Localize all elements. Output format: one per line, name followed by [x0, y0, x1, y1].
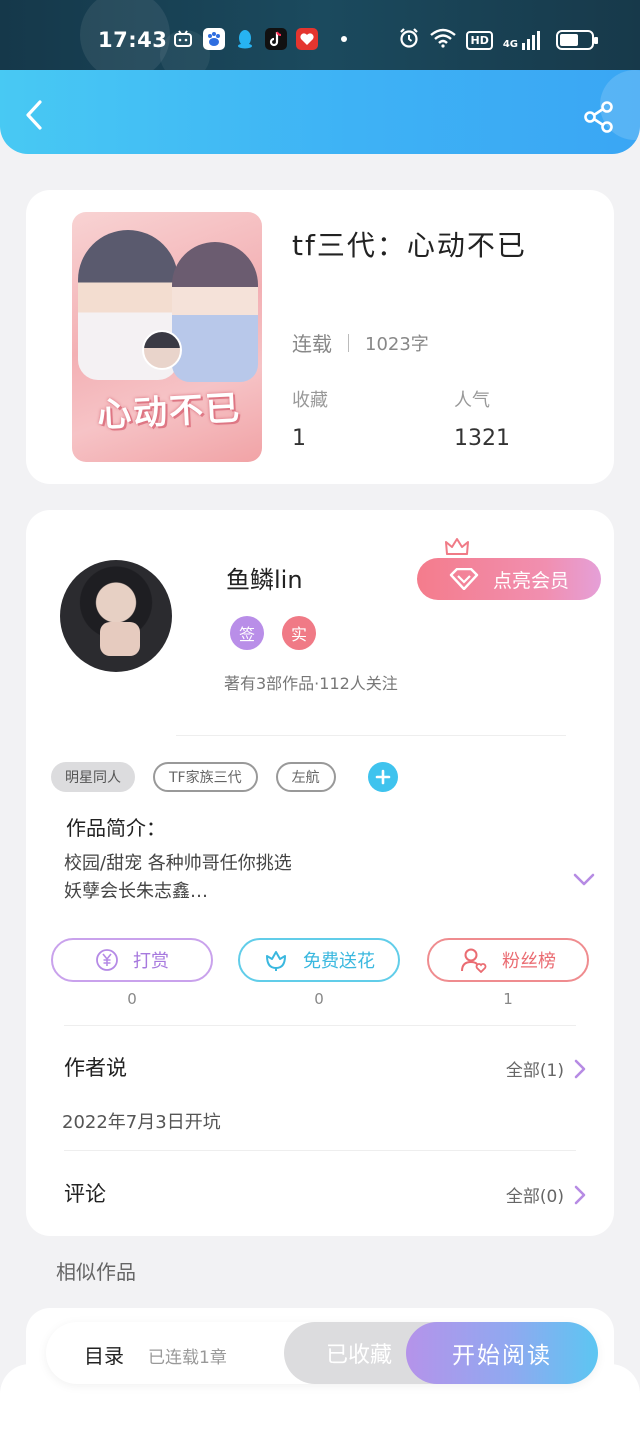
author-name[interactable]: 鱼鳞lin — [226, 560, 303, 595]
flower-icon — [266, 951, 286, 971]
chevron-left-icon — [26, 100, 42, 130]
collected-label: 已收藏 — [325, 1343, 392, 1368]
signal-icon: 4G — [502, 30, 540, 50]
signed-badge: 签 — [230, 616, 264, 650]
status-bar: 17:43 HD 4G — [0, 0, 640, 80]
tip-label: 打赏 — [133, 951, 169, 972]
add-tag-button[interactable] — [367, 762, 398, 792]
more-notifications-dot — [341, 36, 347, 42]
alarm-icon — [398, 27, 420, 53]
fan-ranking-button[interactable]: 粉丝榜 — [427, 938, 589, 982]
author-says-content: 2022年7月3日开坑 — [62, 1112, 221, 1133]
status-time: 17:43 — [98, 28, 168, 52]
tag-item[interactable]: TF家族三代 — [153, 762, 258, 792]
author-avatar[interactable] — [60, 560, 172, 672]
top-header — [0, 70, 640, 154]
signal-bar — [532, 34, 535, 50]
qq-icon — [234, 28, 256, 50]
notification-icons — [172, 28, 347, 50]
divider — [64, 1025, 576, 1026]
divider — [64, 1150, 576, 1151]
share-icon — [584, 101, 613, 133]
table-of-contents-button[interactable]: 目录 — [84, 1340, 124, 1369]
author-stats: 著有3部作品·112人关注 — [224, 674, 398, 693]
start-reading-button[interactable]: 开始阅读 — [406, 1322, 598, 1384]
book-title: tf三代：心动不已 — [292, 229, 527, 262]
avatar-detail — [100, 622, 140, 656]
chevron-down-icon — [573, 873, 595, 886]
cover-title: 心动不已 — [96, 388, 243, 436]
start-reading-label: 开始阅读 — [452, 1343, 552, 1369]
author-says-all-link[interactable]: 全部(1) — [506, 1056, 586, 1081]
signal-bar — [537, 30, 540, 50]
heart-app-icon — [296, 28, 318, 50]
book-info-card: 心动不已 tf三代：心动不已 连载 1023字 收藏 1 人气 1321 — [26, 190, 614, 484]
network-type: 4G — [502, 38, 518, 50]
word-count: 1023字 — [365, 333, 429, 355]
collect-value: 1 — [292, 426, 306, 451]
expand-intro-button[interactable] — [572, 872, 596, 888]
flower-label: 免费送花 — [303, 951, 375, 972]
wifi-icon — [430, 28, 457, 52]
tiktok-icon — [265, 28, 287, 50]
tip-count: 0 — [127, 990, 137, 1008]
tip-button[interactable]: 打赏 — [51, 938, 213, 982]
chapter-count: 已连载1章 — [148, 1348, 227, 1368]
author-says-count: 全部(1) — [505, 1061, 564, 1081]
battery-level — [560, 34, 578, 46]
plus-icon — [375, 769, 390, 785]
popularity-stat: 人气 1321 — [454, 386, 510, 451]
divider — [176, 735, 566, 736]
activate-vip-button[interactable]: 点亮会员 — [417, 558, 601, 600]
flower-count: 0 — [314, 990, 324, 1008]
author-says-title: 作者说 — [64, 1056, 127, 1080]
divider — [348, 333, 349, 352]
fans-label: 粉丝榜 — [502, 951, 556, 972]
back-button[interactable] — [18, 98, 52, 132]
vip-label: 点亮会员 — [492, 569, 569, 592]
signal-bar — [522, 42, 525, 50]
yen-icon — [96, 949, 118, 971]
comments-count: 全部(0) — [505, 1187, 564, 1207]
cover-figure — [142, 330, 182, 370]
popularity-label: 人气 — [454, 390, 490, 411]
bilibili-icon — [172, 28, 194, 50]
collect-label: 收藏 — [292, 390, 328, 411]
diamond-icon — [449, 568, 479, 590]
bottom-action-bar: 目录 已连载1章 已收藏 开始阅读 — [46, 1322, 598, 1384]
tag-item[interactable]: 左航 — [275, 762, 336, 792]
signal-bar — [527, 38, 530, 50]
serial-status: 连载 — [292, 332, 332, 356]
share-button[interactable] — [582, 100, 616, 134]
similar-works-title: 相似作品 — [56, 1260, 136, 1284]
book-status-row: 连载 1023字 — [292, 328, 429, 357]
send-flower-button[interactable]: 免费送花 — [238, 938, 400, 982]
collect-stat: 收藏 1 — [292, 386, 328, 451]
fans-count: 1 — [503, 990, 513, 1008]
author-detail-card: 鱼鳞lin 签 实 著有3部作品·112人关注 点亮会员 明星同人 TF家族三代… — [26, 510, 614, 1236]
verified-badge: 实 — [282, 616, 316, 650]
tag-item[interactable]: 明星同人 — [51, 762, 135, 792]
popularity-value: 1321 — [454, 426, 510, 451]
hd-icon: HD — [466, 30, 493, 50]
chevron-right-icon — [574, 1185, 586, 1204]
cover-figure — [172, 242, 258, 382]
battery-icon — [556, 30, 598, 50]
crown-icon — [445, 538, 469, 555]
intro-title: 作品简介： — [66, 816, 166, 840]
book-cover[interactable]: 心动不已 — [72, 212, 262, 462]
comments-all-link[interactable]: 全部(0) — [506, 1182, 586, 1207]
tag-list: 明星同人 TF家族三代 左航 — [51, 762, 398, 792]
intro-text: 校园/甜宠 各种帅哥任你挑选 妖孽会长朱志鑫… — [64, 853, 292, 902]
system-indicators: HD 4G — [398, 27, 598, 53]
baidu-icon — [203, 28, 225, 50]
chevron-right-icon — [574, 1059, 586, 1078]
comments-title: 评论 — [64, 1182, 106, 1206]
fans-icon — [461, 948, 487, 973]
